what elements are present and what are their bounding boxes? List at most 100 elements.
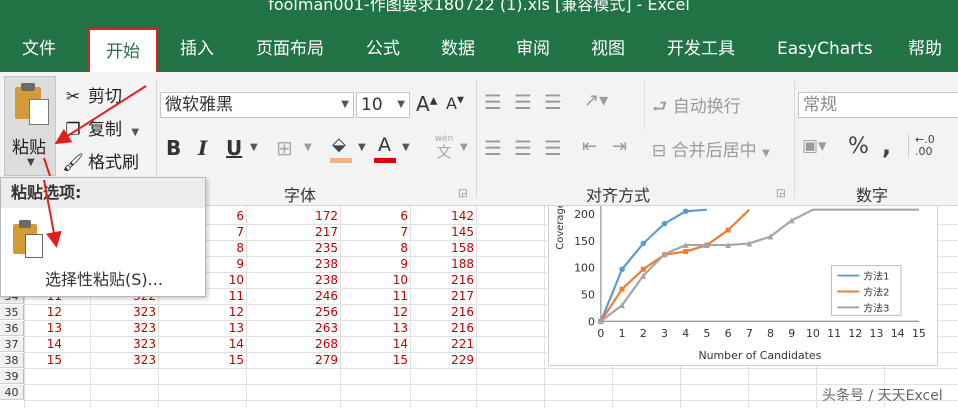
increase-decimal-icon[interactable]: ←.0.00 xyxy=(908,134,935,158)
grow-font-button[interactable]: A▲ xyxy=(416,92,437,116)
shrink-font-button[interactable]: A▼ xyxy=(446,94,464,113)
copy-dropdown-icon[interactable]: ▼ xyxy=(131,127,139,138)
table-cell[interactable]: 216 xyxy=(414,321,474,336)
table-cell[interactable]: 15 xyxy=(348,353,408,368)
tab-7[interactable]: 视图 xyxy=(591,24,625,72)
italic-button[interactable]: I xyxy=(198,136,207,160)
align-right-icon[interactable]: ☰ xyxy=(544,136,562,160)
table-cell[interactable]: 235 xyxy=(278,241,338,256)
table-cell[interactable]: 14 xyxy=(348,337,408,352)
tab-4[interactable]: 公式 xyxy=(366,24,400,72)
table-cell[interactable]: 256 xyxy=(278,305,338,320)
table-cell[interactable]: 246 xyxy=(278,289,338,304)
align-top-icon[interactable]: ☰ xyxy=(484,90,502,114)
orientation-icon[interactable]: ↗▾ xyxy=(584,90,608,111)
table-cell[interactable]: 13 xyxy=(2,321,62,336)
border-dropdown-icon[interactable]: ▼ xyxy=(304,142,312,153)
paste-special-item[interactable]: 选择性粘贴(S)... xyxy=(45,266,163,290)
cut-button[interactable]: ✂ 剪切 xyxy=(62,82,122,107)
table-cell[interactable]: 13 xyxy=(184,321,244,336)
table-cell[interactable]: 217 xyxy=(278,225,338,240)
table-cell[interactable] xyxy=(2,385,62,400)
table-cell[interactable] xyxy=(96,385,156,400)
font-color-dropdown-icon[interactable]: ▼ xyxy=(402,142,410,153)
table-cell[interactable]: 12 xyxy=(2,305,62,320)
tab-0[interactable]: 文件 xyxy=(22,24,56,72)
decrease-indent-icon[interactable]: ⇤ xyxy=(582,136,597,157)
table-cell[interactable]: 216 xyxy=(414,273,474,288)
table-cell[interactable]: 217 xyxy=(414,289,474,304)
align-center-icon[interactable]: ☰ xyxy=(514,136,532,160)
fill-dropdown-icon[interactable]: ▼ xyxy=(358,142,366,153)
table-cell[interactable] xyxy=(184,369,244,384)
table-cell[interactable] xyxy=(414,369,474,384)
table-cell[interactable]: 263 xyxy=(278,321,338,336)
align-bottom-icon[interactable]: ☰ xyxy=(544,90,562,114)
table-cell[interactable]: 12 xyxy=(348,305,408,320)
table-cell[interactable] xyxy=(2,369,62,384)
table-cell[interactable] xyxy=(278,385,338,400)
underline-dropdown-icon[interactable]: ▼ xyxy=(250,142,258,153)
font-name-combo[interactable]: 微软雅黑 ▼ xyxy=(160,92,354,118)
table-cell[interactable]: 323 xyxy=(96,321,156,336)
table-cell[interactable]: 15 xyxy=(2,353,62,368)
percent-button[interactable]: % xyxy=(848,134,869,159)
table-cell[interactable]: 7 xyxy=(348,225,408,240)
table-cell[interactable] xyxy=(96,369,156,384)
paste-dropdown-icon[interactable]: ▼ xyxy=(27,157,35,168)
format-painter-button[interactable]: 🖌 格式刷 xyxy=(62,148,139,173)
wrap-text-button[interactable]: ⮐ 自动换行 xyxy=(652,92,741,123)
merge-center-button[interactable]: ⊟ 合并后居中 ▼ xyxy=(652,136,770,161)
table-cell[interactable]: 188 xyxy=(414,257,474,272)
tab-8[interactable]: 开发工具 xyxy=(667,24,735,72)
table-cell[interactable]: 14 xyxy=(2,337,62,352)
table-cell[interactable]: 229 xyxy=(414,353,474,368)
paste-button[interactable]: 粘贴 ▼ xyxy=(4,76,56,176)
table-cell[interactable]: 221 xyxy=(414,337,474,352)
table-cell[interactable]: 12 xyxy=(184,305,244,320)
table-cell[interactable]: 9 xyxy=(348,257,408,272)
tab-2[interactable]: 插入 xyxy=(180,24,214,72)
paste-option-button[interactable] xyxy=(11,220,45,258)
tab-1[interactable]: 开始 xyxy=(88,28,158,72)
tab-10[interactable]: 帮助 xyxy=(908,24,942,72)
table-cell[interactable]: 172 xyxy=(278,209,338,224)
table-cell[interactable]: 10 xyxy=(348,273,408,288)
phonetic-dropdown-icon[interactable]: ▼ xyxy=(460,142,468,153)
table-cell[interactable]: 323 xyxy=(96,305,156,320)
fill-color-button[interactable]: ⬙ xyxy=(328,134,354,164)
font-color-button[interactable]: A xyxy=(372,134,398,164)
chart[interactable]: 0501001502000 1 2 3 4 5 6 7 8 9 10 11 12 13 14 15Covera… xyxy=(548,206,938,366)
border-icon[interactable]: ⊞ xyxy=(276,136,293,160)
table-cell[interactable]: 8 xyxy=(348,241,408,256)
bold-button[interactable]: B xyxy=(166,136,181,160)
table-cell[interactable]: 142 xyxy=(414,209,474,224)
table-cell[interactable]: 323 xyxy=(96,337,156,352)
comma-button[interactable]: , xyxy=(882,132,891,160)
table-cell[interactable]: 15 xyxy=(184,353,244,368)
align-middle-icon[interactable]: ☰ xyxy=(514,90,532,114)
align-left-icon[interactable]: ☰ xyxy=(484,136,502,160)
table-cell[interactable]: 238 xyxy=(278,273,338,288)
table-cell[interactable]: 158 xyxy=(414,241,474,256)
table-cell[interactable]: 279 xyxy=(278,353,338,368)
underline-button[interactable]: U xyxy=(226,136,242,160)
currency-format-icon[interactable]: ▣▾ xyxy=(802,136,827,156)
table-cell[interactable]: 145 xyxy=(414,225,474,240)
tab-6[interactable]: 审阅 xyxy=(516,24,550,72)
table-cell[interactable] xyxy=(348,385,408,400)
table-cell[interactable]: 216 xyxy=(414,305,474,320)
tab-9[interactable]: EasyCharts xyxy=(777,24,873,72)
table-cell[interactable] xyxy=(278,369,338,384)
table-cell[interactable] xyxy=(348,369,408,384)
table-cell[interactable]: 13 xyxy=(348,321,408,336)
font-size-combo[interactable]: 10 ▼ xyxy=(356,92,410,118)
table-cell[interactable]: 238 xyxy=(278,257,338,272)
number-format-combo[interactable]: 常规 xyxy=(798,92,958,118)
table-cell[interactable]: 6 xyxy=(348,209,408,224)
increase-indent-icon[interactable]: ⇥ xyxy=(612,136,627,157)
tab-3[interactable]: 页面布局 xyxy=(256,24,324,72)
alignment-dialog-launcher-icon[interactable]: ◲ xyxy=(776,188,785,199)
table-cell[interactable] xyxy=(414,385,474,400)
font-dialog-launcher-icon[interactable]: ◲ xyxy=(458,188,467,199)
